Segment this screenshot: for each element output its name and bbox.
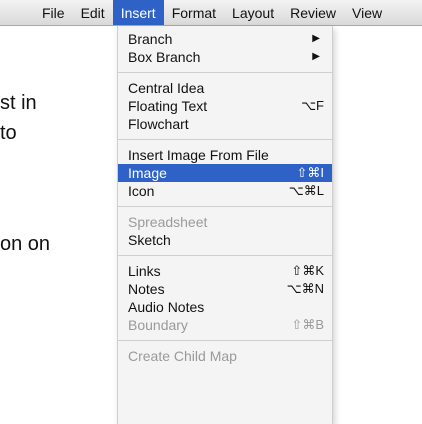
menu-item-label: Flowchart [128, 116, 189, 132]
insert-menu-dropdown: Branch ▶ Box Branch ▶ Central Idea Floating T… [117, 26, 333, 424]
menu-item-label: Sketch [128, 232, 171, 248]
menu-item-label: Central Idea [128, 80, 205, 96]
menu-view[interactable]: View [344, 0, 390, 25]
background-text-line: st in [0, 92, 37, 114]
menu-review[interactable]: Review [282, 0, 344, 25]
menu-format[interactable]: Format [164, 0, 224, 25]
menu-item-shortcut: ⌥F [301, 98, 324, 113]
menu-item-audio-notes[interactable]: Audio Notes [118, 298, 332, 316]
menu-item-label: Links [128, 263, 161, 279]
menu-item-label: Branch [128, 31, 173, 47]
menu-item-central-idea[interactable]: Central Idea [118, 79, 332, 97]
menu-file[interactable]: File [34, 0, 73, 25]
submenu-arrow-icon: ▶ [312, 51, 320, 62]
menu-item-label: Spreadsheet [128, 214, 208, 230]
submenu-arrow-icon: ▶ [312, 33, 320, 44]
menu-layout[interactable]: Layout [224, 0, 282, 25]
menu-insert[interactable]: Insert [112, 0, 164, 25]
menu-separator [118, 255, 332, 256]
menu-item-insert-image-from-file[interactable]: Insert Image From File [118, 146, 332, 164]
menu-edit[interactable]: Edit [73, 0, 113, 25]
menu-separator [118, 139, 332, 140]
menu-separator [118, 340, 332, 341]
menu-item-shortcut: ⌥⌘N [286, 281, 324, 296]
menu-item-shortcut: ⇧⌘K [291, 263, 324, 278]
menu-item-shortcut: ⌥⌘L [288, 183, 324, 198]
menu-item-sketch[interactable]: Sketch [118, 231, 332, 249]
menu-item-label: Box Branch [128, 49, 201, 65]
menu-item-image[interactable]: Image ⇧⌘I [118, 164, 332, 182]
menu-item-label: Image [128, 165, 167, 181]
menu-item-box-branch[interactable]: Box Branch ▶ [118, 48, 332, 66]
menu-item-label: Floating Text [128, 98, 208, 114]
menu-item-shortcut: ⇧⌘I [296, 165, 324, 180]
menu-item-label: Icon [128, 183, 155, 199]
menu-item-floating-text[interactable]: Floating Text ⌥F [118, 97, 332, 115]
menu-item-spreadsheet: Spreadsheet [118, 213, 332, 231]
menu-item-flowchart[interactable]: Flowchart [118, 115, 332, 133]
menu-item-branch[interactable]: Branch ▶ [118, 30, 332, 48]
menu-separator [118, 72, 332, 73]
menu-separator [118, 206, 332, 207]
menu-item-links[interactable]: Links ⇧⌘K [118, 262, 332, 280]
menu-item-create-child-map: Create Child Map [118, 347, 332, 365]
menu-item-boundary: Boundary ⇧⌘B [118, 316, 332, 334]
menu-item-shortcut: ⇧⌘B [291, 317, 324, 332]
background-text-line: to [0, 122, 17, 144]
menu-item-label: Boundary [128, 317, 188, 333]
menu-item-notes[interactable]: Notes ⌥⌘N [118, 280, 332, 298]
background-text-line: on on [0, 233, 51, 255]
menu-item-label: Create Child Map [128, 348, 237, 364]
menu-item-label: Notes [128, 281, 165, 297]
menu-item-label: Audio Notes [128, 299, 205, 315]
menu-bar: File Edit Insert Format Layout Review Vi… [0, 0, 422, 26]
menu-item-icon[interactable]: Icon ⌥⌘L [118, 182, 332, 200]
menu-item-label: Insert Image From File [128, 147, 269, 163]
